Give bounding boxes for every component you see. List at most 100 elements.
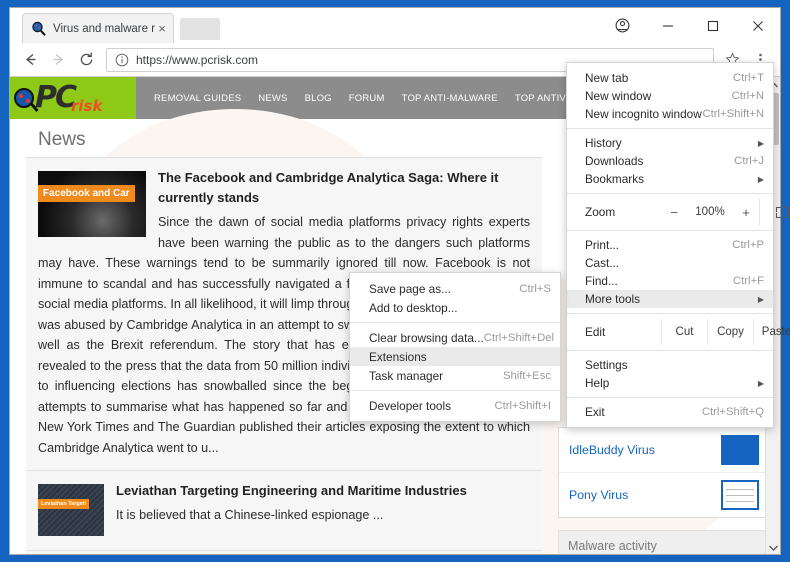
submenu-item-add-to-desktop[interactable]: Add to desktop...: [350, 298, 560, 317]
scroll-down-icon[interactable]: [766, 540, 780, 555]
minimize-icon[interactable]: [645, 9, 690, 42]
back-icon[interactable]: [16, 46, 44, 74]
menu-item-label: Exit: [585, 405, 702, 419]
menu-item-label: Help: [585, 376, 750, 390]
list-item[interactable]: IdleBuddy Virus: [559, 428, 765, 473]
close-icon[interactable]: [735, 9, 780, 42]
address-bar-text: https://www.pcrisk.com: [136, 53, 258, 67]
paste-button[interactable]: Paste: [753, 319, 790, 345]
menu-item-shortcut: Ctrl+Shift+Q: [702, 406, 764, 418]
page-title: News: [24, 119, 544, 157]
nav-item-forum[interactable]: FORUM: [349, 93, 385, 104]
menu-item-label: Settings: [585, 358, 764, 372]
menu-item-label: New tab: [585, 71, 733, 85]
menu-item-label: Clear browsing data...: [369, 331, 484, 345]
sidebar-virus-list: IdleBuddy Virus Pony Virus: [558, 427, 766, 518]
menu-separator: [350, 322, 560, 323]
menu-item-downloads[interactable]: Downloads Ctrl+J: [567, 152, 773, 170]
info-icon: [115, 53, 129, 67]
menu-item-new-tab[interactable]: New tab Ctrl+T: [567, 69, 773, 87]
sidebar-link-pony-virus[interactable]: Pony Virus: [569, 488, 628, 502]
thumbnail-tag: Leviathan Targeti: [38, 499, 89, 509]
menu-row-zoom: Zoom − 100% +: [567, 199, 773, 225]
menu-item-new-window[interactable]: New window Ctrl+N: [567, 87, 773, 105]
article-thumbnail[interactable]: Leviathan Targeti: [38, 484, 104, 536]
article-thumbnail[interactable]: Facebook and Car: [38, 171, 146, 237]
zoom-out-button[interactable]: −: [661, 199, 687, 225]
sidebar-section-header: Malware activity: [558, 530, 766, 555]
submenu-item-extensions[interactable]: Extensions: [350, 347, 560, 366]
menu-item-more-tools[interactable]: More tools ▶: [567, 290, 773, 308]
thumbnail-tag: Facebook and Car: [38, 185, 135, 202]
submenu-item-save-page-as[interactable]: Save page as... Ctrl+S: [350, 279, 560, 298]
menu-item-label: Extensions: [369, 350, 551, 364]
menu-item-label: New window: [585, 89, 732, 103]
submenu-arrow-icon: ▶: [758, 175, 764, 184]
thumbnail-blue-block: [721, 435, 759, 465]
nav-item-removal-guides[interactable]: REMOVAL GUIDES: [154, 93, 241, 104]
menu-item-label: Save page as...: [369, 282, 519, 296]
copy-button[interactable]: Copy: [707, 319, 753, 345]
menu-item-label: Downloads: [585, 154, 734, 168]
site-logo[interactable]: PC risk: [10, 77, 136, 119]
menu-item-exit[interactable]: Exit Ctrl+Shift+Q: [567, 403, 773, 421]
menu-item-history[interactable]: History ▶: [567, 134, 773, 152]
menu-item-label: Print...: [585, 238, 732, 252]
menu-item-bookmarks[interactable]: Bookmarks ▶: [567, 170, 773, 188]
menu-item-shortcut: Shift+Esc: [503, 370, 551, 382]
sidebar-malware-activity: Malware activity Global virus and spywar…: [558, 530, 766, 555]
nav-item-news[interactable]: NEWS: [258, 93, 287, 104]
menu-separator: [567, 230, 773, 231]
submenu-arrow-icon: ▶: [758, 379, 764, 388]
menu-item-shortcut: Ctrl+Shift+Del: [484, 332, 554, 344]
close-icon[interactable]: ×: [155, 22, 169, 36]
new-tab-ghost[interactable]: [180, 18, 220, 40]
article-title[interactable]: Leviathan Targeting Engineering and Mari…: [38, 481, 530, 501]
menu-item-label: Find...: [585, 274, 733, 288]
menu-item-shortcut: Ctrl+Shift+N: [702, 108, 764, 120]
browser-main-menu: New tab Ctrl+T New window Ctrl+N New inc…: [566, 62, 774, 428]
menu-item-shortcut: Ctrl+F: [733, 275, 764, 287]
submenu-item-clear-browsing-data[interactable]: Clear browsing data... Ctrl+Shift+Del: [350, 328, 560, 347]
window-controls: [600, 8, 780, 43]
zoom-label: Zoom: [585, 205, 661, 219]
menu-item-label: Add to desktop...: [369, 301, 551, 315]
menu-item-new-incognito-window[interactable]: New incognito window Ctrl+Shift+N: [567, 105, 773, 123]
submenu-item-task-manager[interactable]: Task manager Shift+Esc: [350, 366, 560, 385]
menu-item-find[interactable]: Find... Ctrl+F: [567, 272, 773, 290]
news-item[interactable]: Public Vulnerabili Public Vulnerability …: [26, 551, 542, 555]
menu-item-shortcut: Ctrl+T: [733, 72, 764, 84]
submenu-item-developer-tools[interactable]: Developer tools Ctrl+Shift+I: [350, 396, 560, 415]
news-item[interactable]: Leviathan Targeti Leviathan Targeting En…: [26, 471, 542, 551]
menu-separator: [567, 313, 773, 314]
sidebar-link-idlebuddy-virus[interactable]: IdleBuddy Virus: [569, 443, 655, 457]
reload-icon[interactable]: [72, 46, 100, 74]
maximize-icon[interactable]: [690, 9, 735, 42]
logo-text-pc: PC: [35, 83, 75, 113]
menu-item-label: New incognito window: [585, 107, 702, 121]
tab-title: Virus and malware remo: [53, 22, 155, 36]
menu-item-shortcut: Ctrl+Shift+I: [494, 400, 551, 412]
profile-icon[interactable]: [600, 9, 645, 42]
menu-separator: [567, 128, 773, 129]
forward-icon[interactable]: [44, 46, 72, 74]
browser-tab[interactable]: Virus and malware remo ×: [22, 13, 174, 43]
nav-item-blog[interactable]: BLOG: [305, 93, 332, 104]
nav-item-top-anti-malware[interactable]: TOP ANTI-MALWARE: [402, 93, 498, 104]
menu-item-label: History: [585, 136, 750, 150]
menu-item-help[interactable]: Help ▶: [567, 374, 773, 392]
edit-label: Edit: [585, 325, 661, 339]
fullscreen-icon[interactable]: [759, 199, 790, 225]
logo-magnifier-icon: [14, 88, 34, 108]
menu-separator: [350, 390, 560, 391]
zoom-in-button[interactable]: +: [733, 199, 759, 225]
menu-item-settings[interactable]: Settings: [567, 356, 773, 374]
menu-item-label: Bookmarks: [585, 172, 750, 186]
cut-button[interactable]: Cut: [661, 319, 707, 345]
menu-item-print[interactable]: Print... Ctrl+P: [567, 236, 773, 254]
menu-item-cast[interactable]: Cast...: [567, 254, 773, 272]
menu-item-shortcut: Ctrl+J: [734, 155, 764, 167]
magnifier-icon: [31, 21, 47, 37]
list-item[interactable]: Pony Virus: [559, 473, 765, 517]
menu-item-label: More tools: [585, 292, 750, 306]
